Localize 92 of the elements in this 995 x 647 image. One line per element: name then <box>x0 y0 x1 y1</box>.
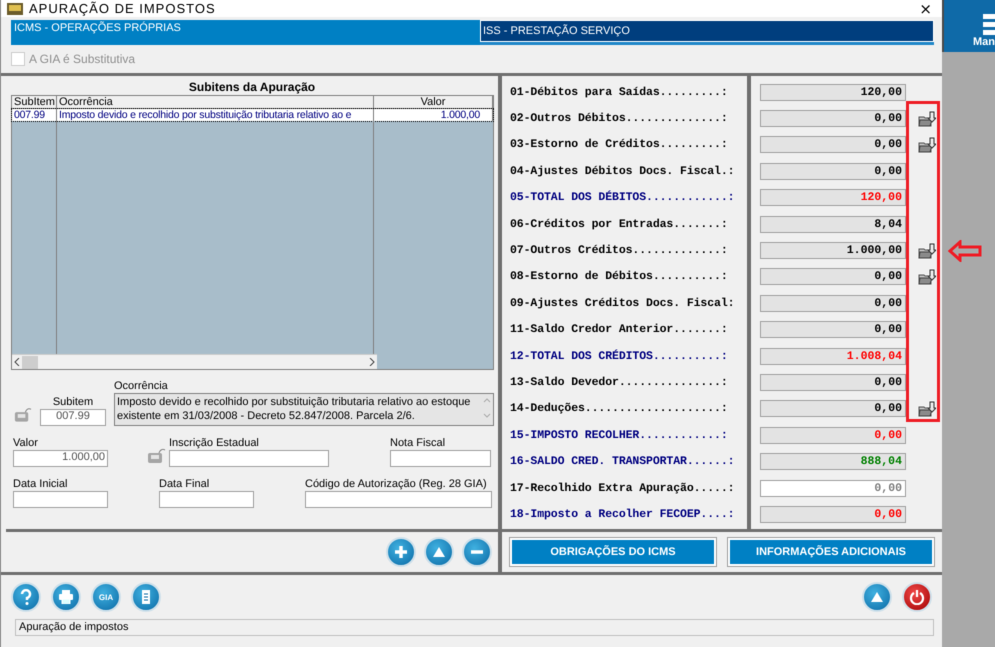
printer-icon <box>58 590 74 604</box>
checkbox-label: A GIA é Substitutiva <box>29 52 136 66</box>
field-label: Código de Autorização (Reg. 28 GIA) <box>305 478 487 490</box>
action-button[interactable]: INFORMAÇÕES ADICIONAIS <box>728 538 934 566</box>
up-button[interactable] <box>424 537 454 567</box>
total-label: 08-Estorno de Débitos..........: <box>510 270 729 284</box>
value-field: 0,00 <box>760 136 906 154</box>
value-field: 0,00 <box>760 321 906 338</box>
field-label: Nota Fiscal <box>390 437 446 449</box>
value-field: 0,00 <box>760 426 906 444</box>
table-cell: 007.99 <box>12 109 57 121</box>
total-label: 03-Estorno de Créditos.........: <box>510 138 729 152</box>
value-field: 1.008,04 <box>760 348 906 365</box>
value-field: 0,00 <box>760 162 906 180</box>
total-label: 04-Ajustes Débitos Docs. Fiscal.: <box>510 164 736 178</box>
value-field: 0,00 <box>760 506 906 523</box>
total-label: 05-TOTAL DOS DÉBITOS............: <box>510 191 736 204</box>
total-label: 16-SALDO CRED. TRANSPORTAR......: <box>510 455 736 468</box>
input-field[interactable] <box>390 450 491 467</box>
help-icon <box>20 589 32 605</box>
value-field: 888,04 <box>760 453 906 470</box>
total-label: 14-Deduções....................: <box>510 402 729 416</box>
plus-icon <box>393 544 409 560</box>
close-button[interactable]: × <box>915 2 936 16</box>
scroll-right-icon[interactable] <box>369 358 375 366</box>
value-field: 120,00 <box>760 84 906 101</box>
scroll-thumb[interactable] <box>22 356 38 368</box>
total-label: 17-Recolhido Extra Apuração.....: <box>510 482 736 495</box>
input-field[interactable] <box>305 491 492 508</box>
input-field[interactable]: 1.000,00 <box>13 450 108 467</box>
power-button[interactable] <box>902 582 932 612</box>
table-row[interactable]: 007.99 Imposto devido e recolhido por substituição tributaria relativo ao e 1.000,00 <box>12 109 493 121</box>
total-label: 15-IMPOSTO RECOLHER............: <box>510 428 729 442</box>
value-field: 120,00 <box>760 189 906 206</box>
field-label: Data Final <box>159 478 210 490</box>
help-button[interactable] <box>11 582 41 612</box>
document-button[interactable] <box>131 582 161 612</box>
total-label: 18-Imposto a Recolher FECOEP....: <box>510 508 736 521</box>
value-field: 8,04 <box>760 216 906 233</box>
menu-icon[interactable] <box>983 14 995 36</box>
value-field: 0,00 <box>760 374 906 391</box>
folder-down-icon[interactable] <box>918 110 936 127</box>
print-button[interactable] <box>51 582 81 612</box>
total-label: 13-Saldo Devedor...............: <box>510 376 729 389</box>
value-field: 0,00 <box>760 110 906 128</box>
table-cell: 1.000,00 <box>374 109 493 121</box>
total-label: 12-TOTAL DOS CRÉDITOS..........: <box>510 350 729 363</box>
field-label: Valor <box>13 437 38 449</box>
side-panel-label: Man <box>973 36 995 48</box>
field-label: Subitem <box>52 396 94 408</box>
side-panel[interactable]: Man <box>942 0 995 52</box>
panel-title: Subitens da Apuração <box>188 79 316 95</box>
folder-down-icon[interactable] <box>918 242 936 259</box>
status-bar: Apuração de impostos <box>15 619 934 636</box>
field-label: Data Inicial <box>13 478 68 490</box>
total-label: 11-Saldo Credor Anterior.......: <box>510 323 729 336</box>
total-label: 07-Outros Créditos.............: <box>510 244 729 258</box>
document-icon <box>140 589 152 605</box>
arrow-drawing <box>948 240 982 262</box>
value-field: 0,00 <box>760 294 906 312</box>
triangle-up-icon <box>432 546 446 558</box>
window-title: APURAÇÃO DE IMPOSTOS <box>29 1 217 16</box>
table-cell: Imposto devido e recolhido por substituição tributaria relativo ao e <box>57 109 374 121</box>
tab[interactable]: ISS - PRESTAÇÃO SERVIÇO <box>480 20 934 45</box>
tab[interactable]: ICMS - OPERAÇÕES PRÓPRIAS <box>11 20 480 45</box>
triangle-up-icon <box>870 591 884 603</box>
value-field[interactable]: 0,00 <box>760 480 906 497</box>
action-button[interactable]: OBRIGAÇÕES DO ICMS <box>510 538 716 566</box>
scroll-left-icon[interactable] <box>14 358 20 366</box>
field-label: Ocorrência <box>114 380 168 392</box>
power-icon <box>909 589 925 605</box>
input-field[interactable] <box>159 491 254 508</box>
horizontal-scrollbar[interactable] <box>12 354 377 369</box>
input-field[interactable] <box>169 450 329 467</box>
value-field: 0,00 <box>760 400 906 418</box>
field-label: Inscrição Estadual <box>169 437 259 449</box>
total-label: 01-Débitos para Saídas.........: <box>510 86 729 99</box>
total-label: 09-Ajustes Créditos Docs. Fiscal: <box>510 296 736 310</box>
value-field: 0,00 <box>760 268 906 286</box>
remove-button[interactable] <box>462 537 492 567</box>
app-icon <box>7 2 23 14</box>
total-label: 02-Outros Débitos..............: <box>510 112 729 126</box>
value-field: 1.000,00 <box>760 242 906 260</box>
folder-down-icon[interactable] <box>918 400 936 417</box>
text-area[interactable]: Imposto devido e recolhido por substituição tributaria relativo ao estoque existente em 31/03/2008 - Decreto 52.847/2008. Parcela 2/6. <box>114 393 494 426</box>
input-field[interactable] <box>13 491 108 508</box>
folder-down-icon[interactable] <box>918 136 936 153</box>
input-field[interactable]: 007.99 <box>40 409 106 426</box>
up-button[interactable] <box>862 582 892 612</box>
add-button[interactable] <box>386 537 416 567</box>
folder-down-icon[interactable] <box>918 268 936 285</box>
total-label: 06-Créditos por Entradas.......: <box>510 218 729 231</box>
